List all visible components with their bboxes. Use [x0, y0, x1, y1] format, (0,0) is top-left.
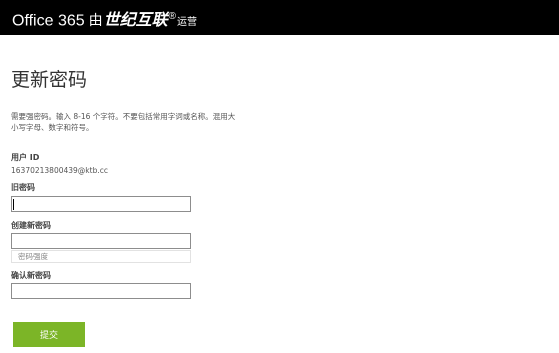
new-password-label: 创建新密码	[11, 221, 51, 230]
user-id-label: 用户 ID	[11, 153, 40, 162]
password-strength-meter: 密码强度	[11, 250, 191, 263]
password-strength-label: 密码强度	[18, 252, 48, 261]
confirm-password-label: 确认新密码	[11, 271, 51, 280]
registered-mark: ®	[168, 11, 177, 22]
brand-by-text: 由	[88, 12, 103, 29]
product-name: Office 365	[12, 12, 85, 30]
brand-logo: Office 365 由世纪互联®运营	[12, 7, 197, 33]
new-password-input[interactable]	[11, 233, 191, 249]
submit-button[interactable]: 提交	[13, 322, 85, 347]
user-id-value: 16370213800439@ktb.cc	[11, 166, 108, 175]
text-caret	[13, 199, 14, 210]
old-password-label: 旧密码	[11, 183, 35, 192]
confirm-password-input[interactable]	[11, 283, 191, 299]
page-title: 更新密码	[11, 69, 88, 91]
top-bar: Office 365 由世纪互联®运营	[0, 0, 559, 35]
old-password-input[interactable]	[11, 196, 191, 212]
partner-name: 世纪互联	[103, 12, 168, 30]
password-requirements: 需要强密码。输入 8-16 个字符。不要包括常用字词或名称。混用大小写字母、数字…	[11, 112, 236, 132]
brand-operated-text: 运营	[177, 17, 198, 29]
